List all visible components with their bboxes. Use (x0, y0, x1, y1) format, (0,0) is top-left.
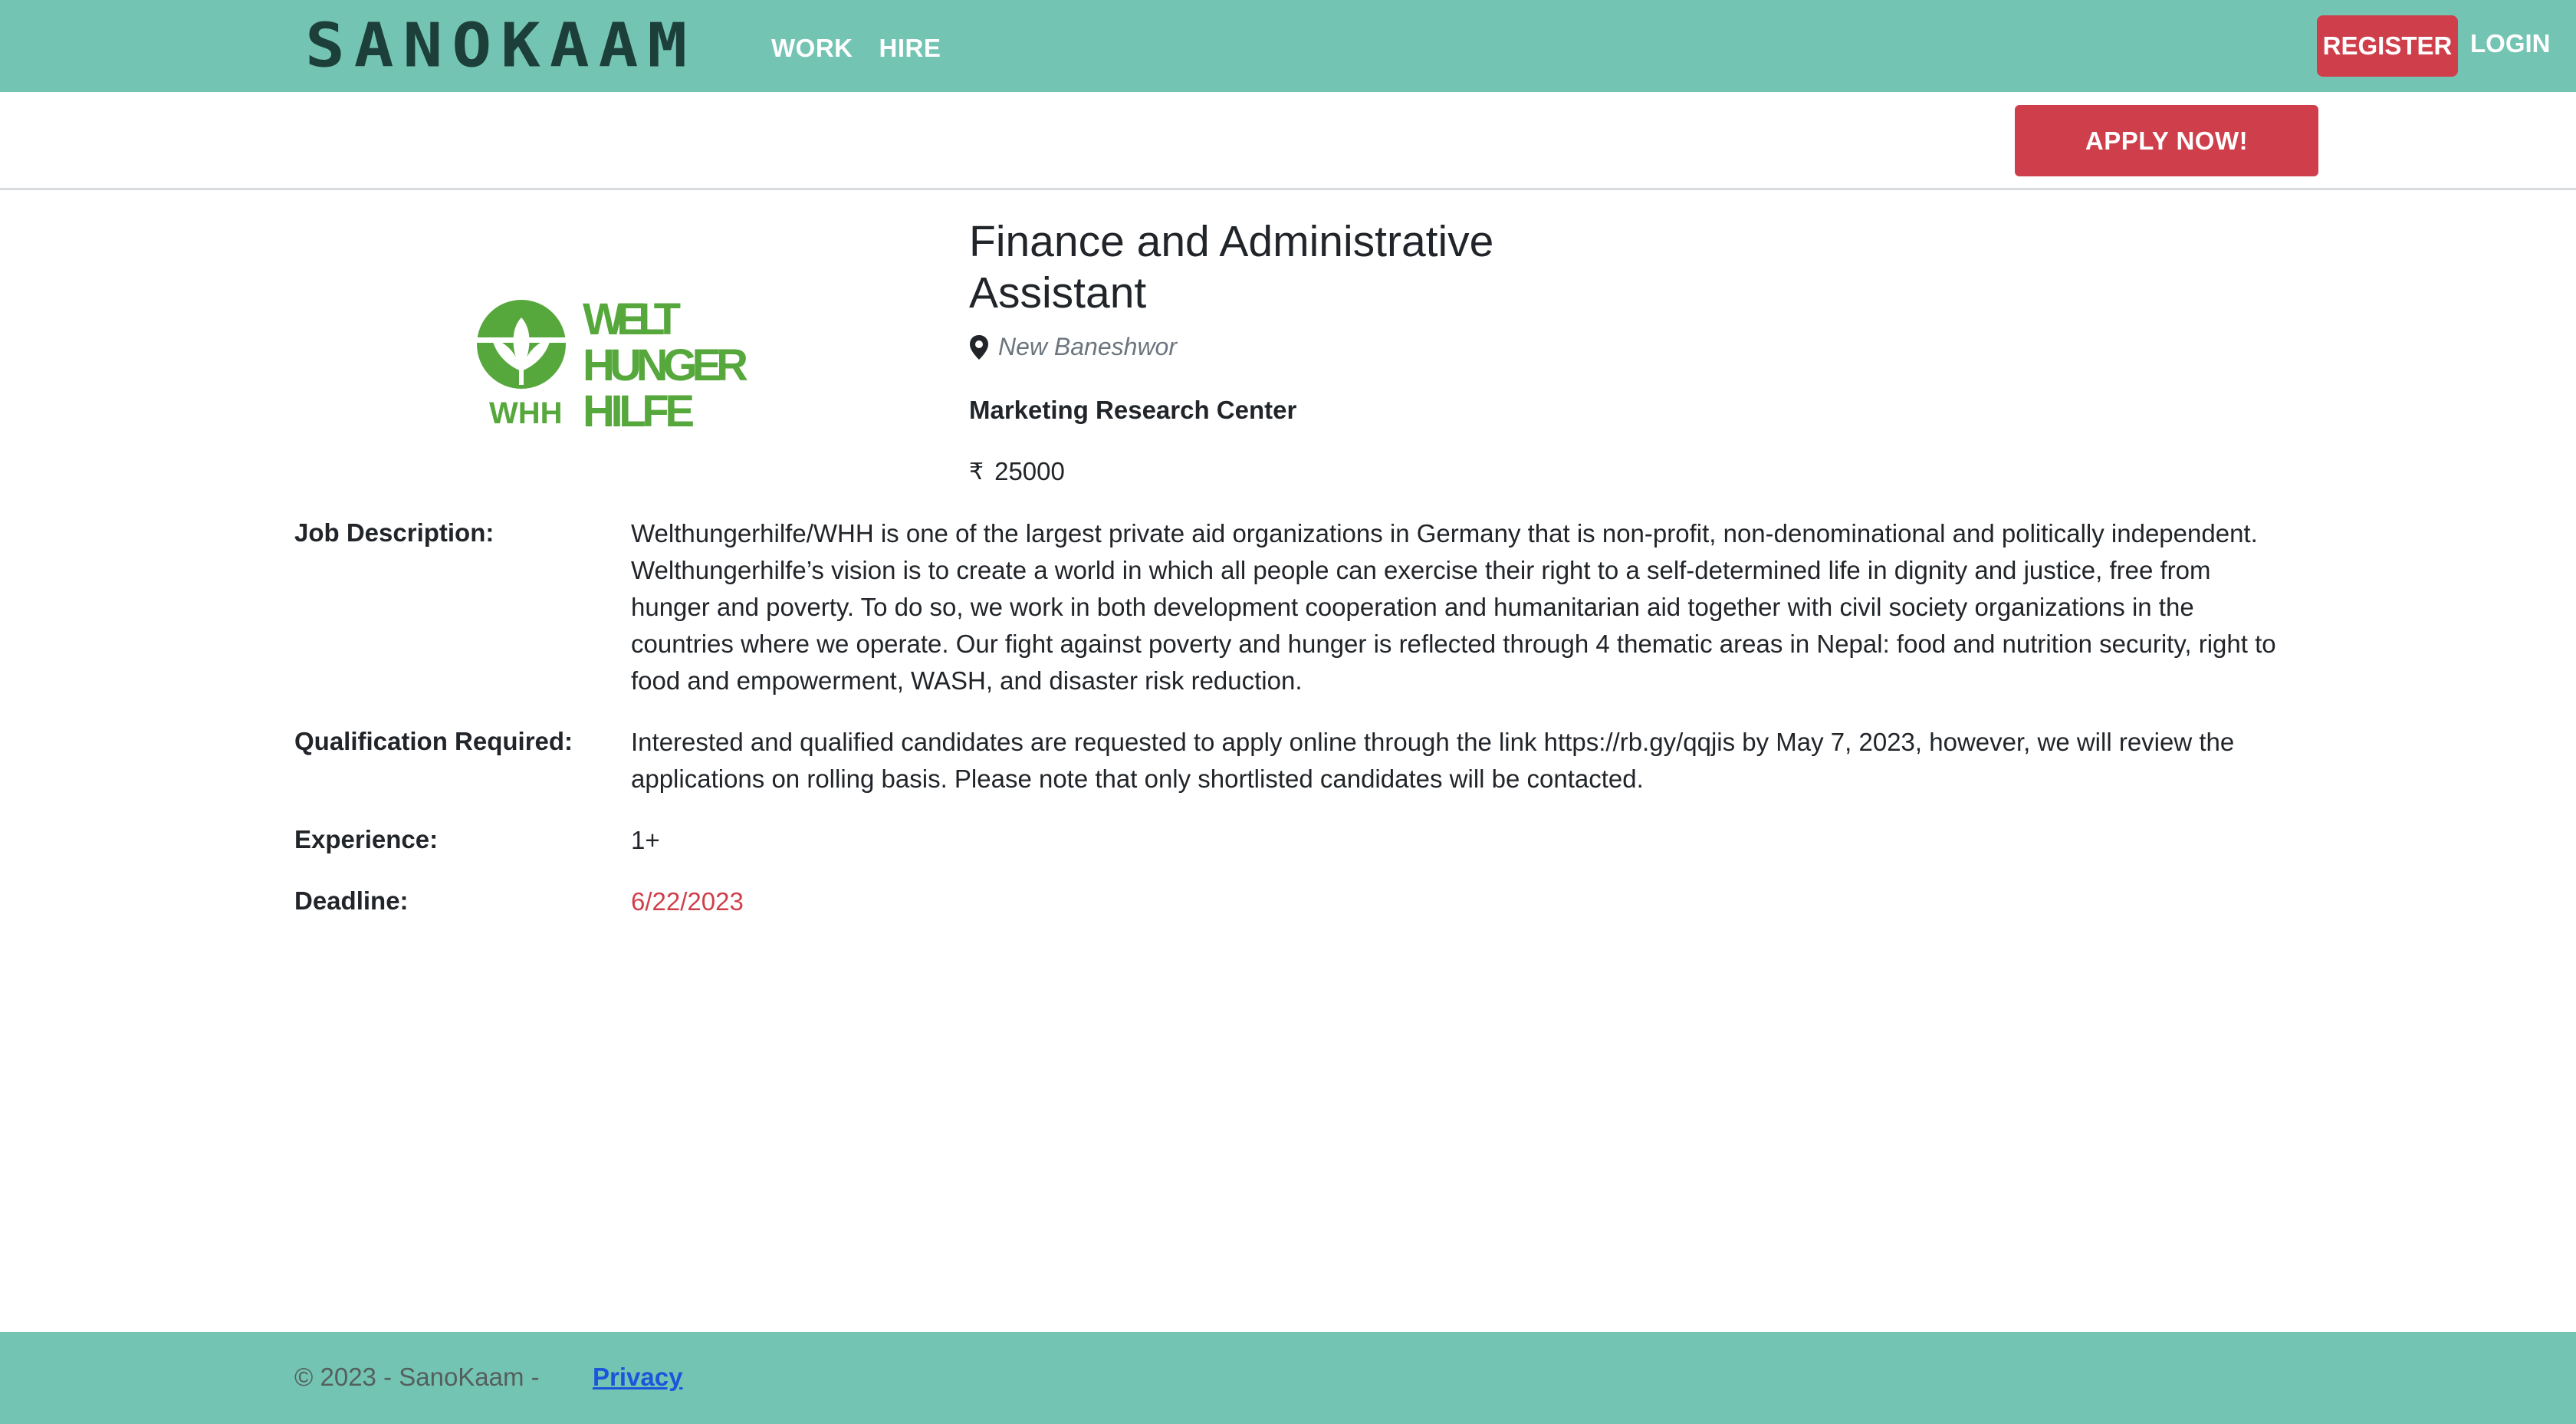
register-button[interactable]: REGISTER (2317, 15, 2458, 77)
svg-text:WHH: WHH (489, 396, 563, 430)
welthungerhilfe-logo-icon: WHH WELT HUNGER HILFE (477, 294, 748, 436)
brand-name: SANOKAAM (305, 10, 697, 81)
job-description-text: Welthungerhilfe/WHH is one of the larges… (631, 519, 2276, 695)
salary-amount: 25000 (994, 457, 1065, 485)
svg-text:HILFE: HILFE (583, 386, 695, 432)
svg-text:WELT: WELT (583, 294, 681, 344)
qualification-text: Interested and qualified candidates are … (631, 728, 2235, 793)
deadline-value: 6/22/2023 (631, 887, 744, 916)
page-footer: © 2023 - SanoKaam - Privacy (0, 1332, 2576, 1424)
apply-now-button[interactable]: APPLY NOW! (2015, 105, 2318, 176)
login-link[interactable]: LOGIN (2470, 29, 2551, 58)
deadline-label: Deadline: (294, 886, 409, 915)
map-pin-icon (970, 334, 988, 360)
company-name: Marketing Research Center (969, 396, 1297, 424)
action-bar: APPLY NOW! (0, 92, 2576, 190)
nav-work-link[interactable]: WORK (771, 34, 853, 63)
main-nav: WORK HIRE (771, 34, 941, 63)
nav-hire-link[interactable]: HIRE (879, 34, 941, 63)
brand-logo-link[interactable]: SANOKAAM (305, 14, 696, 78)
experience-value: 1+ (631, 826, 660, 854)
salary: ₹ 25000 (969, 457, 1065, 486)
top-navbar: SANOKAAM WORK HIRE REGISTER LOGIN (0, 0, 2576, 92)
location-text: New Baneshwor (998, 333, 1177, 360)
svg-text:HUNGER: HUNGER (583, 340, 748, 390)
job-location: New Baneshwor (969, 333, 1177, 361)
qualification-label: Qualification Required: (294, 727, 573, 755)
company-logo: WHH WELT HUNGER HILFE (475, 294, 751, 436)
privacy-link[interactable]: Privacy (593, 1363, 682, 1392)
experience-label: Experience: (294, 825, 439, 853)
job-title: Finance and Administrative Assistant (969, 217, 1494, 317)
job-description-label: Job Description: (294, 518, 495, 547)
rupee-icon: ₹ (969, 458, 984, 485)
copyright-text: © 2023 - SanoKaam - (294, 1363, 540, 1391)
